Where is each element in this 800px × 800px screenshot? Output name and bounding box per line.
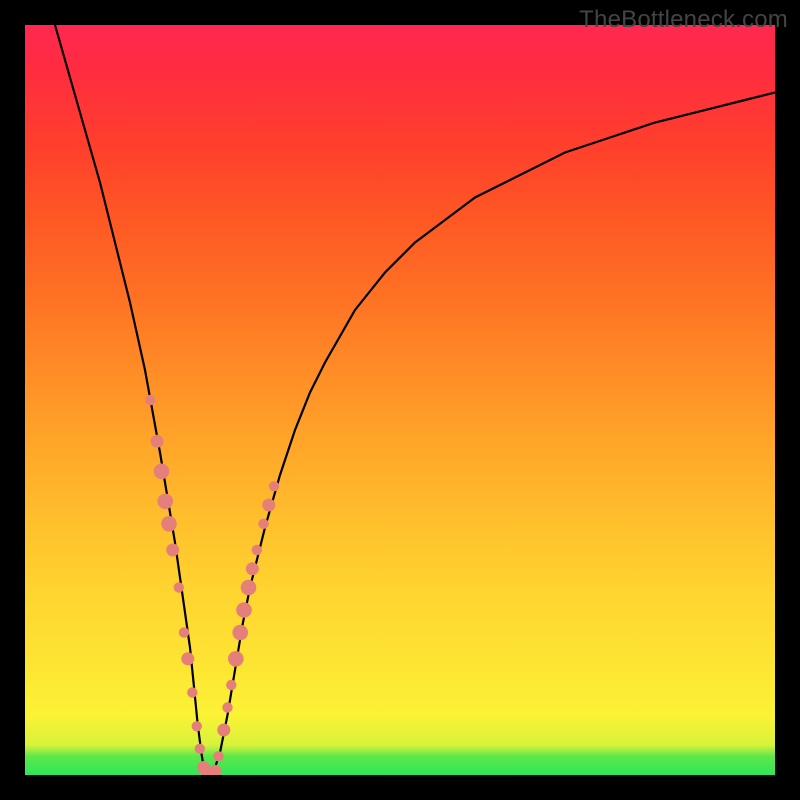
curve-marker	[195, 744, 205, 754]
curve-marker	[161, 516, 177, 532]
bottleneck-curve-line	[55, 25, 775, 775]
curve-marker	[174, 582, 184, 592]
curve-markers	[145, 395, 279, 775]
curve-marker	[151, 435, 164, 448]
curve-marker	[213, 751, 223, 761]
curve-marker	[228, 651, 244, 667]
curve-marker	[181, 652, 194, 665]
curve-marker	[236, 602, 252, 618]
bottleneck-chart	[25, 25, 775, 775]
curve-marker	[246, 562, 259, 575]
curve-marker	[179, 627, 189, 637]
curve-marker	[269, 481, 279, 491]
curve-marker	[187, 687, 197, 697]
curve-marker	[262, 499, 275, 512]
curve-marker	[232, 625, 248, 641]
curve-marker	[217, 724, 230, 737]
curve-marker	[158, 494, 174, 510]
curve-marker	[222, 702, 232, 712]
curve-marker	[192, 721, 202, 731]
curve-marker	[166, 544, 179, 557]
curve-marker	[226, 680, 236, 690]
curve-marker	[258, 519, 268, 529]
curve-marker	[154, 464, 170, 480]
curve-marker	[145, 395, 155, 405]
curve-marker	[208, 765, 221, 775]
curve-marker	[241, 580, 257, 596]
curve-marker	[252, 545, 262, 555]
